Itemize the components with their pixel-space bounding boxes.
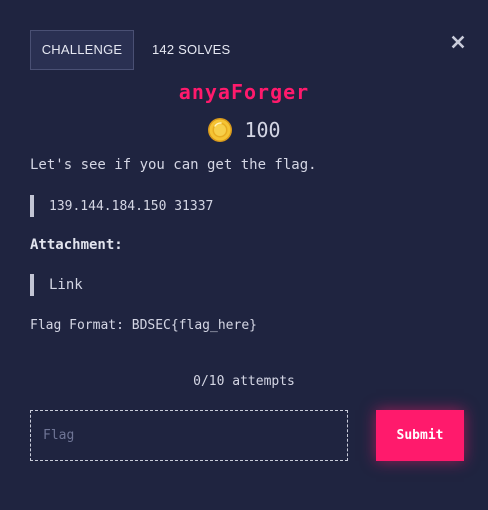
attempts-counter: 0/10 attempts — [193, 374, 295, 389]
tab-solves[interactable]: 142 SOLVES — [152, 42, 230, 57]
challenge-points: 100 — [0, 117, 488, 143]
connection-info: 139.144.184.150 31337 — [30, 195, 213, 217]
challenge-title: anyaForger — [178, 80, 310, 104]
attachment-heading: Attachment: — [30, 237, 123, 253]
connection-text: 139.144.184.150 31337 — [49, 198, 214, 214]
points-value: 100 — [244, 118, 281, 142]
modal-header: CHALLENGE 142 SOLVES — [30, 29, 230, 70]
attachment-block: Link — [30, 274, 83, 296]
attachment-link[interactable]: Link — [49, 277, 83, 293]
close-icon[interactable] — [450, 34, 466, 50]
submit-button[interactable]: Submit — [376, 410, 464, 461]
tab-challenge[interactable]: CHALLENGE — [30, 29, 134, 70]
flag-input[interactable] — [30, 410, 348, 461]
coin-icon — [208, 118, 233, 142]
challenge-modal: CHALLENGE 142 SOLVES anyaForger 100 Let'… — [0, 0, 488, 510]
flag-format: Flag Format: BDSEC{flag_here} — [30, 318, 257, 333]
challenge-description: Let's see if you can get the flag. — [30, 157, 317, 173]
